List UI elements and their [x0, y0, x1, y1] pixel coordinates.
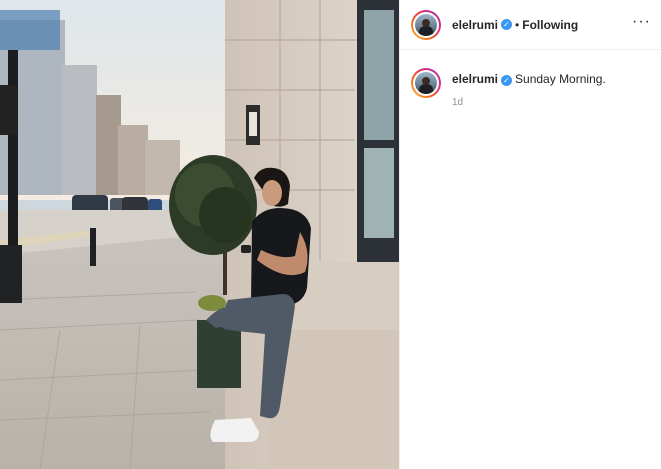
header-username[interactable]: elelrumi	[452, 18, 498, 32]
avatar-image	[415, 13, 437, 36]
caption-avatar[interactable]	[411, 68, 441, 98]
caption-verified-badge-icon: ✓	[501, 75, 513, 86]
post-timestamp[interactable]: 1d	[452, 97, 606, 108]
caption-line: elelrumi ✓ Sunday Morning.	[452, 72, 606, 86]
caption-username[interactable]: elelrumi	[452, 72, 498, 86]
post-side-panel: elelrumi ✓ • Following ··· elelrumi ✓ Sund…	[399, 0, 661, 469]
caption: elelrumi ✓ Sunday Morning. 1d	[400, 50, 661, 108]
post-photo[interactable]	[0, 0, 399, 469]
more-options-icon[interactable]: ···	[632, 13, 651, 33]
post-header: elelrumi ✓ • Following ···	[400, 0, 661, 50]
caption-body: elelrumi ✓ Sunday Morning. 1d	[452, 68, 606, 108]
caption-text: Sunday Morning.	[515, 72, 606, 86]
street-photo-illustration	[0, 0, 399, 469]
caption-avatar-inner	[413, 70, 439, 96]
following-button[interactable]: Following	[522, 18, 578, 32]
header-separator: •	[515, 17, 520, 32]
caption-avatar-image	[415, 72, 437, 94]
avatar[interactable]	[411, 9, 441, 40]
avatar-inner	[413, 11, 439, 38]
verified-badge-icon: ✓	[501, 19, 513, 30]
